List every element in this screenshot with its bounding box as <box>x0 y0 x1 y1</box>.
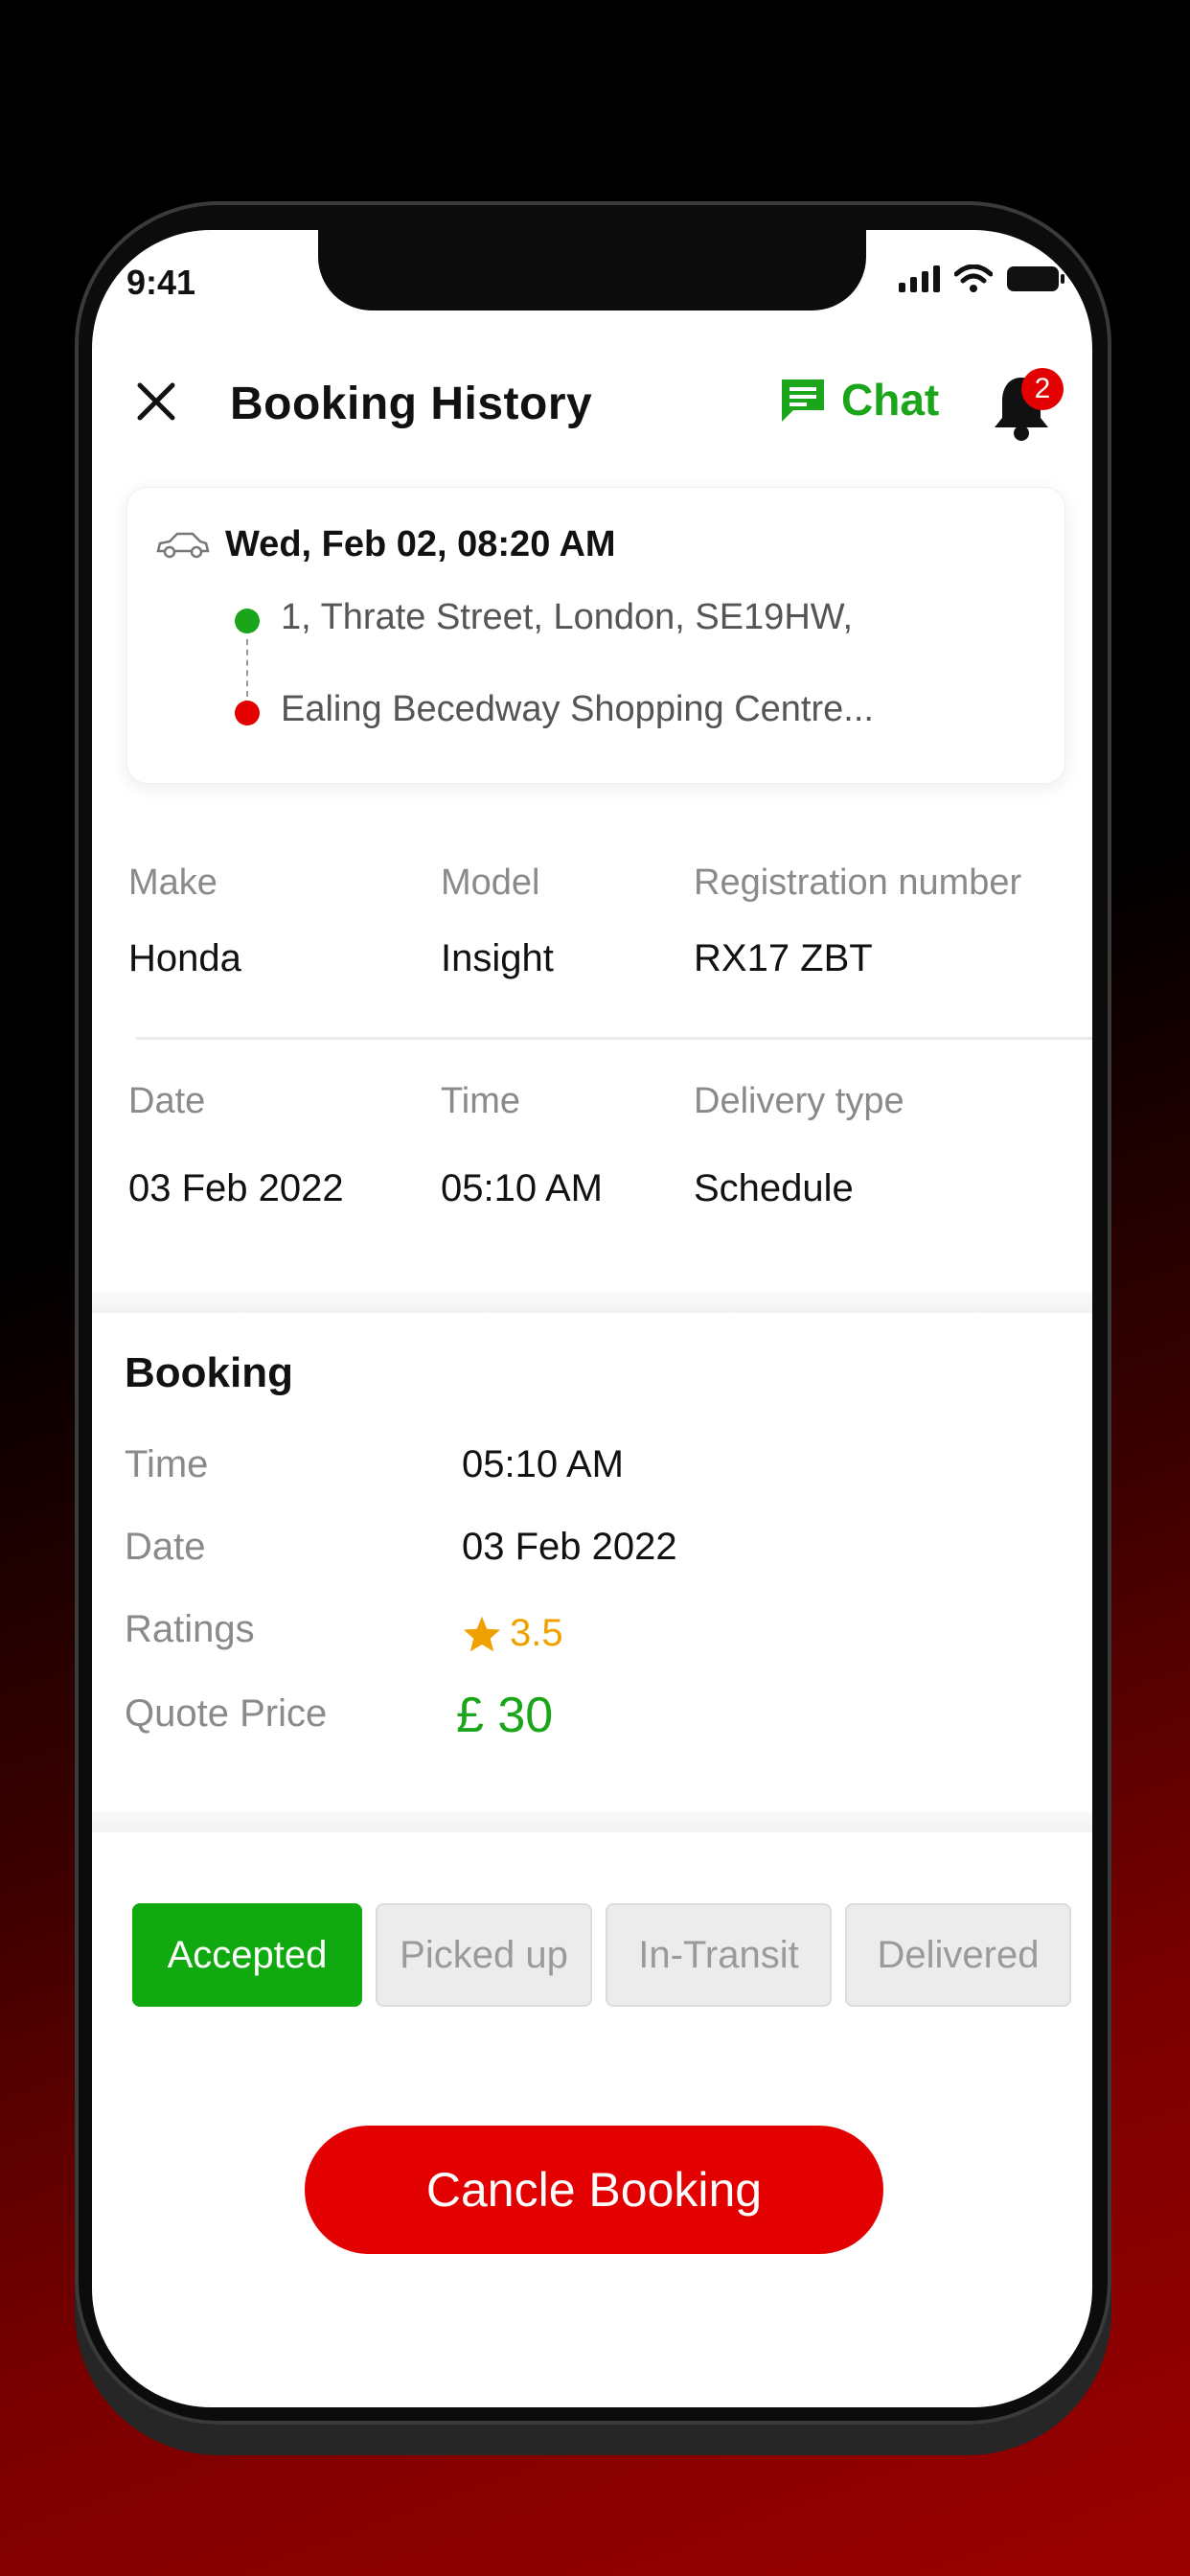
battery-icon <box>1007 266 1064 291</box>
rating: 3.5 <box>462 1612 563 1655</box>
notifications-button[interactable]: 2 <box>991 368 1064 443</box>
chat-label: Chat <box>841 375 940 425</box>
car-icon <box>156 532 210 559</box>
registration-label: Registration number <box>694 862 1022 903</box>
close-icon[interactable] <box>132 378 180 426</box>
booking-time-value: 05:10 AM <box>462 1443 625 1485</box>
quote-price-value: £ 30 <box>456 1688 554 1743</box>
step-in-transit[interactable]: In-Transit <box>606 1903 832 2007</box>
rating-value: 3.5 <box>510 1612 563 1654</box>
notification-badge: 2 <box>1021 368 1064 410</box>
registration-value: RX17 ZBT <box>694 937 873 979</box>
notch <box>318 230 866 310</box>
dropoff-dot <box>235 701 260 725</box>
status-time: 9:41 <box>126 263 196 302</box>
trip-datetime: Wed, Feb 02, 08:20 AM <box>225 524 616 564</box>
delivery-type-label: Delivery type <box>694 1081 904 1121</box>
model-label: Model <box>441 862 540 903</box>
model-value: Insight <box>441 937 554 979</box>
booking-title: Booking <box>125 1349 293 1396</box>
step-delivered[interactable]: Delivered <box>845 1903 1071 2007</box>
cancel-booking-button[interactable]: Cancle Booking <box>305 2126 883 2254</box>
wifi-icon <box>954 264 993 292</box>
booking-date-value: 03 Feb 2022 <box>462 1526 677 1568</box>
signal-icon <box>899 265 940 292</box>
header: Booking History Chat 2 <box>92 355 1092 450</box>
page-title: Booking History <box>230 379 593 429</box>
pickup-dot <box>235 609 260 633</box>
make-value: Honda <box>128 937 241 979</box>
make-label: Make <box>128 862 217 903</box>
divider <box>136 1037 1092 1040</box>
dropoff-address: Ealing Becedway Shopping Centre... <box>281 689 874 729</box>
app-screen: 9:41 Booking History Chat 2 Wed, Feb 02,… <box>92 230 1092 2407</box>
booking-date-label: Date <box>125 1526 206 1568</box>
step-picked-up[interactable]: Picked up <box>376 1903 592 2007</box>
pickup-address: 1, Thrate Street, London, SE19HW, <box>281 597 854 637</box>
time-value: 05:10 AM <box>441 1167 604 1209</box>
quote-price-label: Quote Price <box>125 1692 328 1735</box>
booking-time-label: Time <box>125 1443 209 1485</box>
date-label: Date <box>128 1081 206 1121</box>
section-separator <box>92 1292 1092 1313</box>
ratings-label: Ratings <box>125 1608 255 1650</box>
chat-icon <box>782 380 824 422</box>
star-icon <box>463 1616 501 1651</box>
chat-button[interactable]: Chat <box>778 374 939 426</box>
time-label: Time <box>441 1081 521 1121</box>
trip-card[interactable]: Wed, Feb 02, 08:20 AM 1, Thrate Street, … <box>126 487 1065 784</box>
route-line <box>246 639 248 697</box>
step-accepted[interactable]: Accepted <box>132 1903 362 2007</box>
date-value: 03 Feb 2022 <box>128 1167 344 1209</box>
section-separator <box>92 1811 1092 1832</box>
delivery-type-value: Schedule <box>694 1167 854 1209</box>
status-icons <box>899 264 1065 293</box>
